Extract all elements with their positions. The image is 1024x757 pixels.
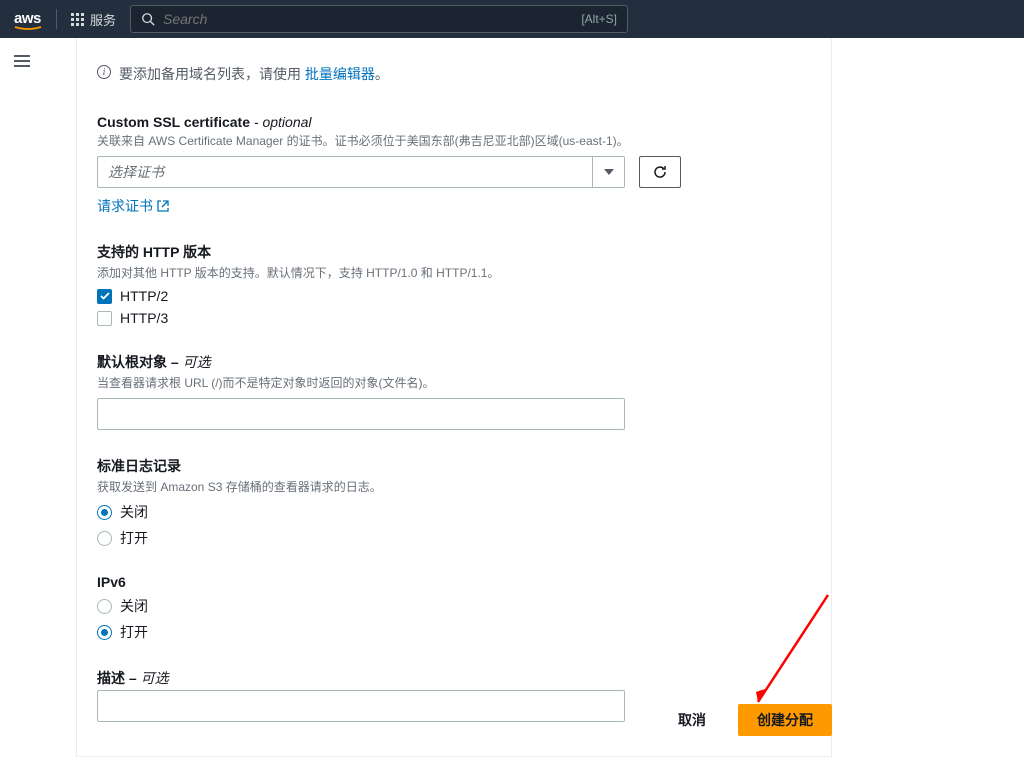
info-icon: i xyxy=(97,65,111,79)
hamburger-icon xyxy=(14,55,30,67)
ssl-label: Custom SSL certificate - optional xyxy=(97,114,811,130)
ssl-select[interactable]: 选择证书 xyxy=(97,156,625,188)
request-cert-link[interactable]: 请求证书 xyxy=(97,196,169,216)
form-panel: i 要添加备用域名列表，请使用 批量编辑器。 Custom SSL certif… xyxy=(76,38,832,757)
bulk-editor-link[interactable]: 批量编辑器 xyxy=(305,66,375,82)
external-link-icon xyxy=(157,200,169,212)
radio-icon xyxy=(97,599,112,614)
topbar: aws 服务 [Alt+S] xyxy=(0,0,1024,38)
checkbox-label: HTTP/2 xyxy=(120,288,168,304)
footer-actions: 取消 创建分配 xyxy=(76,684,832,736)
radio-ipv6-off[interactable]: 关闭 xyxy=(97,596,811,616)
http-help: 添加对其他 HTTP 版本的支持。默认情况下，支持 HTTP/1.0 和 HTT… xyxy=(97,264,811,282)
divider xyxy=(56,9,57,29)
checkbox-http2[interactable]: HTTP/2 xyxy=(97,288,811,304)
logging-help: 获取发送到 Amazon S3 存储桶的查看器请求的日志。 xyxy=(97,478,811,496)
refresh-icon xyxy=(652,164,668,180)
root-input[interactable] xyxy=(97,398,625,430)
root-label: 默认根对象 – 可选 xyxy=(97,352,811,372)
ipv6-label: IPv6 xyxy=(97,574,811,590)
aws-logo[interactable]: aws xyxy=(14,10,42,28)
ipv6-section: IPv6 关闭 打开 xyxy=(97,574,811,642)
ssl-section: Custom SSL certificate - optional 关联来自 A… xyxy=(97,114,811,216)
logging-label: 标准日志记录 xyxy=(97,456,811,476)
menu-toggle[interactable] xyxy=(14,55,30,67)
info-text-prefix: 要添加备用域名列表，请使用 xyxy=(119,66,305,82)
http-label: 支持的 HTTP 版本 xyxy=(97,242,811,262)
ssl-help: 关联来自 AWS Certificate Manager 的证书。证书必须位于美… xyxy=(97,132,811,150)
checkbox-icon xyxy=(97,289,112,304)
radio-logging-off[interactable]: 关闭 xyxy=(97,502,811,522)
radio-icon xyxy=(97,531,112,546)
radio-label: 关闭 xyxy=(120,502,148,522)
radio-label: 打开 xyxy=(120,528,148,548)
root-section: 默认根对象 – 可选 当查看器请求根 URL (/)而不是特定对象时返回的对象(… xyxy=(97,352,811,430)
checkbox-http3[interactable]: HTTP/3 xyxy=(97,310,811,326)
grid-icon xyxy=(71,13,84,26)
checkbox-label: HTTP/3 xyxy=(120,310,168,326)
radio-logging-on[interactable]: 打开 xyxy=(97,528,811,548)
ssl-select-placeholder: 选择证书 xyxy=(108,162,164,182)
create-distribution-button[interactable]: 创建分配 xyxy=(738,704,832,736)
search-icon xyxy=(141,12,155,26)
services-button[interactable]: 服务 xyxy=(71,10,116,29)
radio-icon xyxy=(97,625,112,640)
radio-label: 关闭 xyxy=(120,596,148,616)
radio-icon xyxy=(97,505,112,520)
info-banner: i 要添加备用域名列表，请使用 批量编辑器。 xyxy=(97,64,811,84)
cancel-button[interactable]: 取消 xyxy=(660,704,724,736)
http-section: 支持的 HTTP 版本 添加对其他 HTTP 版本的支持。默认情况下，支持 HT… xyxy=(97,242,811,326)
logging-section: 标准日志记录 获取发送到 Amazon S3 存储桶的查看器请求的日志。 关闭 … xyxy=(97,456,811,548)
radio-label: 打开 xyxy=(120,622,148,642)
refresh-button[interactable] xyxy=(639,156,681,188)
radio-ipv6-on[interactable]: 打开 xyxy=(97,622,811,642)
search-input[interactable] xyxy=(163,11,573,27)
searchbar[interactable]: [Alt+S] xyxy=(130,5,628,33)
services-label: 服务 xyxy=(90,10,116,29)
checkbox-icon xyxy=(97,311,112,326)
search-hint: [Alt+S] xyxy=(581,12,617,26)
caret-down-icon xyxy=(592,157,624,187)
root-help: 当查看器请求根 URL (/)而不是特定对象时返回的对象(文件名)。 xyxy=(97,374,811,392)
info-text-suffix: 。 xyxy=(375,66,389,82)
